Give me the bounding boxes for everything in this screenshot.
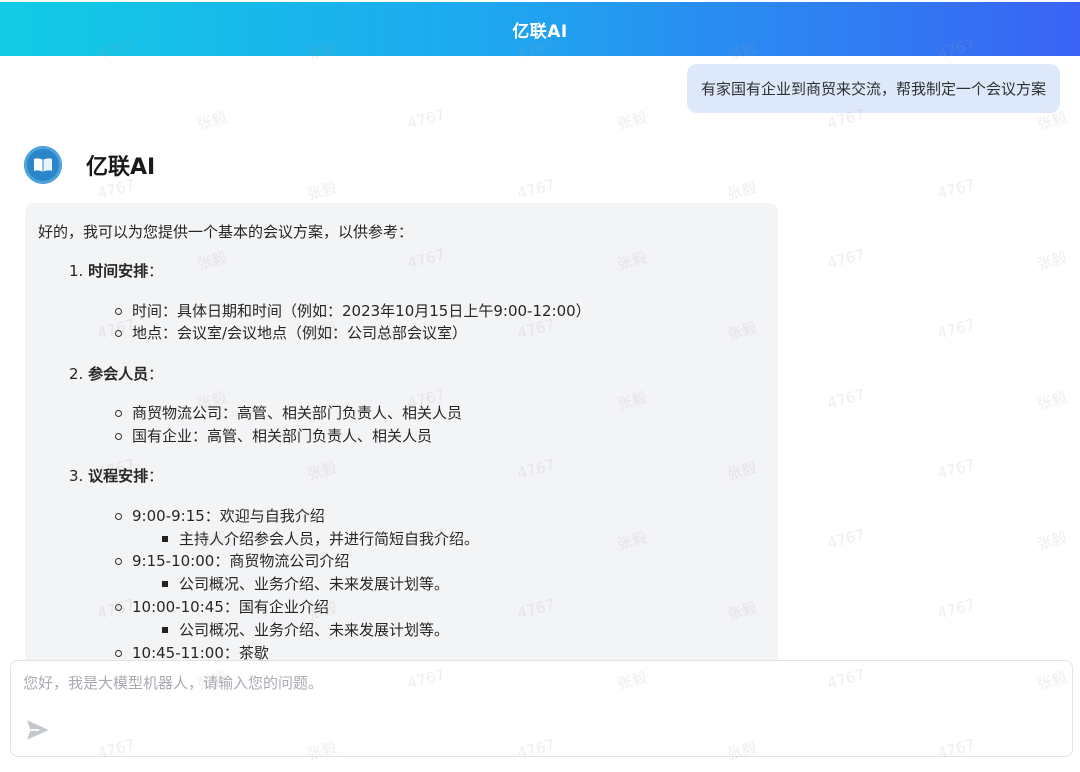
watermark-text: 张毅 bbox=[1035, 248, 1070, 274]
section-heading: 1. 时间安排： bbox=[69, 260, 163, 282]
sub-list-item: 公司概况、业务介绍、未来发展计划等。 bbox=[162, 619, 449, 641]
circle-bullet-icon bbox=[115, 307, 122, 315]
square-bullet-icon bbox=[162, 536, 168, 542]
sub-list-item-text: 主持人介绍参会人员，并进行简短自我介绍。 bbox=[179, 530, 480, 548]
bot-avatar bbox=[24, 146, 62, 184]
book-icon bbox=[34, 158, 52, 172]
sub-list-item: 主持人介绍参会人员，并进行简短自我介绍。 bbox=[162, 528, 479, 550]
list-item: 商贸物流公司：高管、相关部门负责人、相关人员 bbox=[115, 402, 462, 424]
sub-list-item: 公司概况、业务介绍、未来发展计划等。 bbox=[162, 573, 449, 595]
chat-page: 亿联AI 有家国有企业到商贸来交流，帮我制定一个会议方案 亿联AI 好的，我可以… bbox=[0, 0, 1080, 772]
bot-header: 亿联AI bbox=[24, 146, 155, 184]
circle-bullet-icon bbox=[115, 649, 122, 657]
section-number: 2. bbox=[69, 365, 84, 383]
sub-list-item-text: 公司概况、业务介绍、未来发展计划等。 bbox=[179, 621, 450, 639]
circle-bullet-icon bbox=[115, 409, 122, 417]
watermark-text: 张毅 bbox=[195, 108, 230, 134]
watermark-text: 4767 bbox=[515, 175, 558, 203]
section-title: 参会人员 bbox=[88, 365, 149, 383]
square-bullet-icon bbox=[162, 581, 168, 587]
watermark-text: 张毅 bbox=[615, 108, 650, 134]
app-header: 亿联AI bbox=[0, 2, 1080, 56]
list-item: 时间：具体日期和时间（例如：2023年10月15日上午9:00-12:00） bbox=[115, 300, 591, 322]
list-item-text: 9:15-10:00：商贸物流公司介绍 bbox=[132, 552, 350, 570]
answer-intro: 好的，我可以为您提供一个基本的会议方案，以供参考： bbox=[38, 223, 414, 241]
list-item: 国有企业：高管、相关部门负责人、相关人员 bbox=[115, 425, 432, 447]
list-item-text: 10:00-10:45：国有企业介绍 bbox=[132, 598, 329, 616]
watermark-text: 4767 bbox=[825, 385, 868, 413]
chat-input-box[interactable] bbox=[10, 660, 1073, 757]
sub-list-item-text: 公司概况、业务介绍、未来发展计划等。 bbox=[179, 575, 450, 593]
section-number: 3. bbox=[69, 467, 84, 485]
list-item-text: 9:00-9:15：欢迎与自我介绍 bbox=[132, 507, 325, 525]
watermark-text: 4767 bbox=[935, 595, 978, 623]
section-heading: 2. 参会人员： bbox=[69, 363, 163, 385]
circle-bullet-icon bbox=[115, 603, 122, 611]
section-title: 时间安排 bbox=[88, 262, 149, 280]
watermark-text: 4767 bbox=[935, 315, 978, 343]
watermark-text: 4767 bbox=[825, 525, 868, 553]
section-colon: ： bbox=[148, 262, 164, 280]
circle-bullet-icon bbox=[115, 432, 122, 440]
watermark-text: 张毅 bbox=[1035, 388, 1070, 414]
section-colon: ： bbox=[148, 467, 164, 485]
list-item-text: 地点：会议室/会议地点（例如：公司总部会议室） bbox=[132, 324, 468, 342]
list-item: 10:00-10:45：国有企业介绍 bbox=[115, 596, 329, 618]
list-item: 9:00-9:15：欢迎与自我介绍 bbox=[115, 505, 325, 527]
circle-bullet-icon bbox=[115, 329, 122, 337]
list-item-text: 商贸物流公司：高管、相关部门负责人、相关人员 bbox=[132, 404, 463, 422]
watermark-text: 4767 bbox=[405, 105, 448, 133]
watermark-text: 张毅 bbox=[305, 178, 340, 204]
watermark-text: 张毅 bbox=[1035, 528, 1070, 554]
watermark-text: 4767 bbox=[935, 175, 978, 203]
user-message-bubble: 有家国有企业到商贸来交流，帮我制定一个会议方案 bbox=[686, 64, 1060, 113]
question-input[interactable] bbox=[21, 673, 1045, 693]
send-icon[interactable] bbox=[25, 717, 51, 743]
watermark-text: 4767 bbox=[935, 455, 978, 483]
circle-bullet-icon bbox=[115, 557, 122, 565]
section-title: 议程安排 bbox=[88, 467, 149, 485]
bot-answer-card: 好的，我可以为您提供一个基本的会议方案，以供参考： 1. 时间安排： 时间：具体… bbox=[25, 203, 778, 673]
section-heading: 3. 议程安排： bbox=[69, 465, 163, 487]
app-title: 亿联AI bbox=[512, 21, 568, 42]
list-item-text: 时间：具体日期和时间（例如：2023年10月15日上午9:00-12:00） bbox=[132, 302, 591, 320]
watermark-text: 4767 bbox=[825, 245, 868, 273]
list-item: 9:15-10:00：商贸物流公司介绍 bbox=[115, 550, 349, 572]
section-number: 1. bbox=[69, 262, 84, 280]
circle-bullet-icon bbox=[115, 512, 122, 520]
list-item: 地点：会议室/会议地点（例如：公司总部会议室） bbox=[115, 322, 467, 344]
list-item-text: 国有企业：高管、相关部门负责人、相关人员 bbox=[132, 427, 433, 445]
section-colon: ： bbox=[148, 365, 164, 383]
bot-name: 亿联AI bbox=[86, 155, 156, 180]
square-bullet-icon bbox=[162, 627, 168, 633]
watermark-text: 张毅 bbox=[725, 178, 760, 204]
